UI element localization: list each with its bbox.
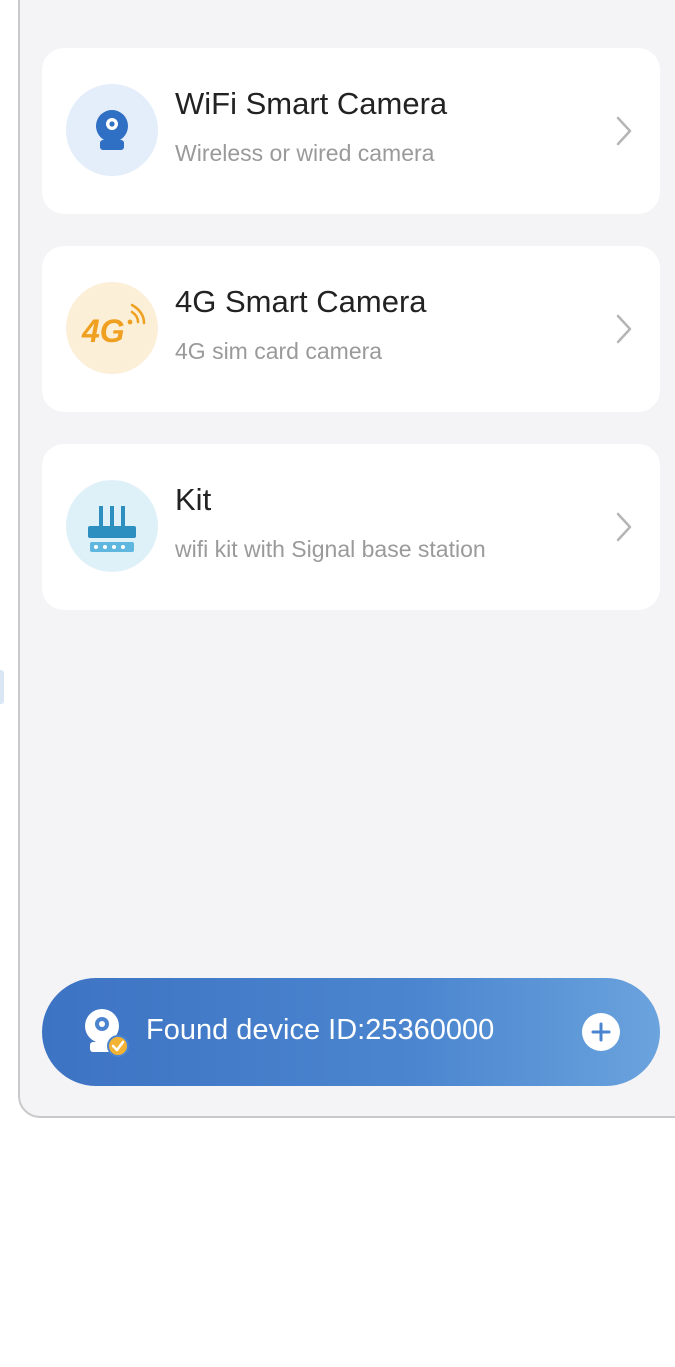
chevron-right-icon bbox=[616, 314, 632, 344]
device-type-subtitle: 4G sim card camera bbox=[175, 338, 383, 364]
edge-indicator bbox=[0, 670, 4, 704]
device-type-title: WiFi Smart Camera bbox=[175, 86, 448, 121]
4g-signal-icon: 4G bbox=[66, 282, 158, 374]
device-type-title: Kit bbox=[175, 482, 212, 517]
camera-icon bbox=[66, 84, 158, 176]
device-type-title: 4G Smart Camera bbox=[175, 284, 427, 319]
add-found-device-button[interactable] bbox=[582, 1013, 620, 1051]
router-icon bbox=[66, 480, 158, 572]
add-device-screen: WiFi Smart Camera Wireless or wired came… bbox=[0, 0, 675, 1367]
chevron-right-icon bbox=[616, 116, 632, 146]
found-device-bar[interactable]: Found device ID:25360000 bbox=[42, 978, 660, 1086]
found-device-text: Found device ID:25360000 bbox=[146, 1014, 495, 1046]
device-type-card-4g[interactable]: 4G 4G Smart Camera 4G sim card camera bbox=[42, 246, 660, 412]
device-type-card-wifi[interactable]: WiFi Smart Camera Wireless or wired came… bbox=[42, 48, 660, 214]
found-camera-icon bbox=[85, 1009, 129, 1057]
plus-icon bbox=[591, 1022, 611, 1042]
device-type-subtitle: Wireless or wired camera bbox=[175, 140, 435, 166]
svg-text:4G: 4G bbox=[81, 313, 125, 349]
device-type-card-kit[interactable]: Kit wifi kit with Signal base station bbox=[42, 444, 660, 610]
device-type-subtitle: wifi kit with Signal base station bbox=[175, 536, 486, 562]
chevron-right-icon bbox=[616, 512, 632, 542]
